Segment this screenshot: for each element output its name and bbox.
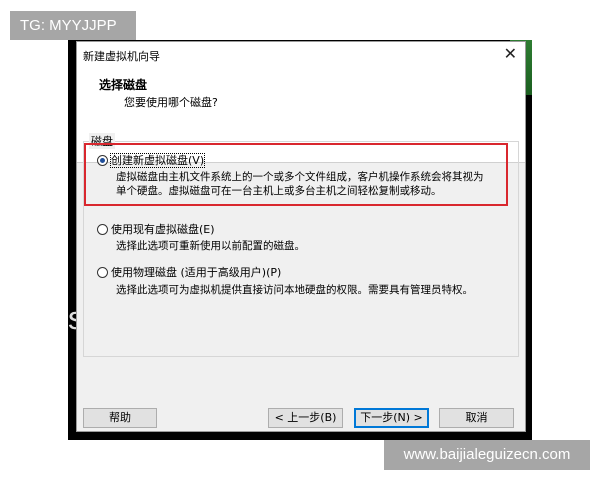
desc-line: 选择此选项可为虚拟机提供直接访问本地硬盘的权限。需要具有管理员特权。 xyxy=(116,284,473,296)
watermark-top: TG: MYYJJPP xyxy=(10,11,136,40)
option-create-new-disk[interactable]: 创建新虚拟磁盘(V) xyxy=(97,152,206,168)
option-create-new-disk-desc: 虚拟磁盘由主机文件系统上的一个或多个文件组成，客户机操作系统会将其视为 单个硬盘… xyxy=(116,170,484,198)
option-physical-disk[interactable]: 使用物理磁盘 (适用于高级用户)(P) xyxy=(97,264,281,280)
window-title: 新建虚拟机向导 xyxy=(83,50,160,63)
option-create-new-disk-label[interactable]: 创建新虚拟磁盘(V) xyxy=(109,153,206,168)
option-existing-disk-desc: 选择此选项可重新使用以前配置的磁盘。 xyxy=(116,239,305,253)
back-button[interactable]: < 上一步(B) xyxy=(268,408,343,428)
header-subtitle: 您要使用哪个磁盘? xyxy=(124,96,218,109)
desc-line: 单个硬盘。虚拟磁盘可在一台主机上或多台主机之间轻松复制或移动。 xyxy=(116,185,442,197)
option-existing-disk-label[interactable]: 使用现有虚拟磁盘(E) xyxy=(111,223,215,236)
radio-existing-disk[interactable] xyxy=(97,224,108,235)
option-physical-disk-label[interactable]: 使用物理磁盘 (适用于高级用户)(P) xyxy=(111,266,281,279)
radio-create-new-disk[interactable] xyxy=(97,155,108,166)
title-bar: 新建虚拟机向导 ✕ xyxy=(77,42,525,68)
desc-line: 选择此选项可重新使用以前配置的磁盘。 xyxy=(116,240,305,252)
new-vm-wizard-dialog: 新建虚拟机向导 ✕ 选择磁盘 您要使用哪个磁盘? 磁盘 创建新虚拟磁盘(V) 虚… xyxy=(76,41,526,432)
next-button[interactable]: 下一步(N) > xyxy=(354,408,429,428)
header-title: 选择磁盘 xyxy=(99,78,148,92)
help-button[interactable]: 帮助 xyxy=(83,408,157,428)
option-existing-disk[interactable]: 使用现有虚拟磁盘(E) xyxy=(97,221,215,237)
option-physical-disk-desc: 选择此选项可为虚拟机提供直接访问本地硬盘的权限。需要具有管理员特权。 xyxy=(116,283,473,297)
desc-line: 虚拟磁盘由主机文件系统上的一个或多个文件组成，客户机操作系统会将其视为 xyxy=(116,171,484,183)
close-icon[interactable]: ✕ xyxy=(504,44,517,63)
cancel-button[interactable]: 取消 xyxy=(439,408,514,428)
radio-physical-disk[interactable] xyxy=(97,267,108,278)
watermark-bottom: www.baijialeguizecn.com xyxy=(384,440,590,470)
